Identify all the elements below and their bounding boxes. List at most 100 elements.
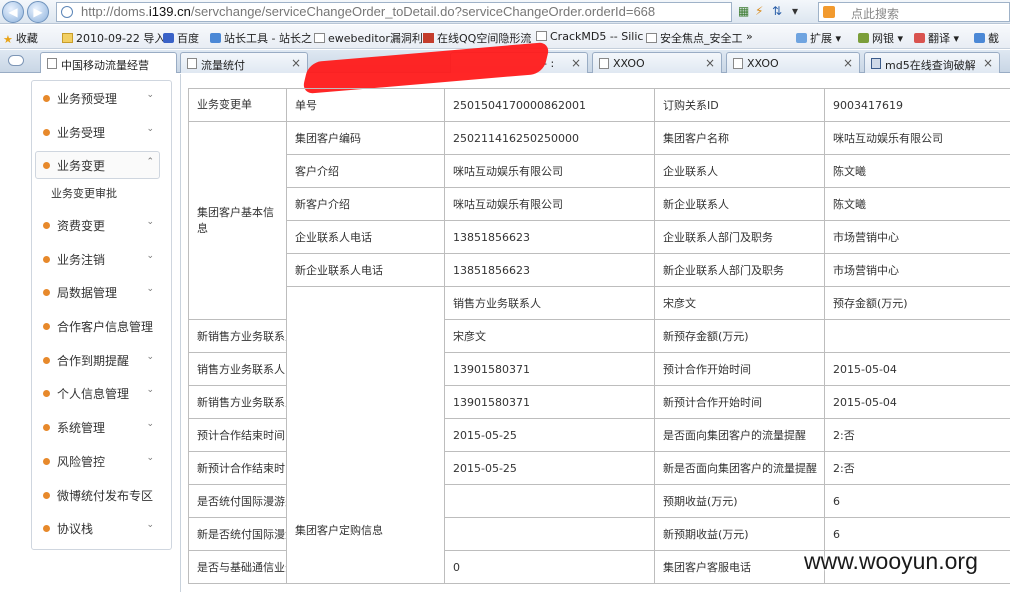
bullet-icon [43,390,50,397]
bookmark-crackmd5[interactable]: CrackMD5 -- Silic [536,30,643,43]
translate-button[interactable]: 翻译 ▾ [914,30,959,46]
bookmark-webmaster[interactable]: 站长工具 - 站长之 [210,30,312,46]
sidebar-item-accept[interactable]: 业务受理 ⌄ [32,117,171,147]
tab-xxoo-1[interactable]: XXOO × [592,52,722,73]
sidebar-item-label: 业务受理 [57,126,106,140]
tab-md5[interactable]: md5在线查询破解 × [864,52,1000,73]
bookmark-label: 站长工具 - 站长之 [224,32,312,45]
url-text: http://doms.i139.cn/servchange/serviceCh… [81,4,655,19]
screenshot-button[interactable]: 截 [974,30,999,46]
sidebar-item-expiry-reminder[interactable]: 合作到期提醒 ⌄ [32,345,171,375]
url-input[interactable]: http://doms.i139.cn/servchange/serviceCh… [56,2,732,22]
translate-icon [914,33,925,43]
field-label: 销售方业务联系人 [444,286,655,320]
bookmark-folder-import[interactable]: 2010-09-22 导入 [62,30,165,46]
field-value: 市场营销中心 [824,253,1010,287]
table-row: 集团客户定购信息 销售方业务联系人 宋彦文 预存金额(万元) [189,286,1010,584]
sidebar-item-protocol[interactable]: 协议栈 ⌄ [32,513,171,543]
close-icon[interactable]: × [571,56,581,70]
bullet-icon [43,289,50,296]
field-value: 陈文曦 [824,187,1010,221]
toolbar-label: 翻译 [928,32,950,45]
bank-icon [858,33,869,43]
globe-icon [61,6,73,18]
sidebar-item-system[interactable]: 系统管理 ⌄ [32,412,171,442]
chevron-down-icon: ⌄ [146,251,154,261]
bookmark-more[interactable]: » [746,30,753,43]
field-label: 新预存金额(万元) [654,319,825,353]
field-label: 新企业联系人电话 [286,253,445,287]
field-value: 13901580371 [444,385,655,419]
sidebar-item-personal-info[interactable]: 个人信息管理 ⌄ [32,378,171,408]
bookmark-label: 2010-09-22 导入 [76,32,166,45]
field-value: 13851856623 [444,253,655,287]
bookmark-baidu[interactable]: 百度 [163,30,199,46]
table-row: 集团客户基本信息 集团客户编码 250211416250250000 集团客户名称 咪咕… [188,121,1010,320]
scissors-icon [974,33,985,43]
tab-traffic-pay[interactable]: 流量统付 × [180,52,308,73]
netbank-button[interactable]: 网银 ▾ [858,30,903,46]
lightning-icon[interactable]: ⚡ [755,4,763,18]
bookmark-label: 在线QQ空间隐形流 [437,32,532,45]
sidebar-item-weibo[interactable]: 微博统付发布专区 [32,480,171,510]
bookmark-ewebeditor[interactable]: ewebeditor漏洞利 [314,30,423,46]
sidebar-item-cancel[interactable]: 业务注销 ⌄ [32,244,171,274]
sidebar-item-risk[interactable]: 风险管控 ⌄ [32,446,171,476]
url-prefix: http://doms. [81,4,149,19]
search-placeholder: 点此搜索 [851,7,900,21]
table-row: 新企业联系人电话 13851856623 新企业联系人部门及职务 市场营销中心 [189,253,1010,287]
field-label: 是否与基础通信业务存在竞争 [188,550,287,584]
field-label: 预计合作结束时间 [188,418,287,452]
search-box[interactable]: 点此搜索 [818,2,1010,22]
field-value: 2:否 [824,418,1010,452]
chevron-down-icon: ⌄ [146,90,154,100]
chevron-down-icon: ⌄ [146,352,154,362]
sidebar: 业务预受理 ⌄ 业务受理 ⌄ 业务变更 ⌃ 业务变更审批 资费变更 ⌄ 业务注销 ⌄ 局数… [31,80,172,550]
page-icon [314,33,325,43]
bookmark-qq[interactable]: 在线QQ空间隐形流 [423,30,531,46]
field-value: 2015-05-25 [444,451,655,485]
close-icon[interactable]: × [705,56,715,70]
tab-label: 中国移动流量经营 [61,59,149,72]
sidebar-item-change[interactable]: 业务变更 ⌃ [32,150,171,180]
dropdown-icon[interactable]: ▾ [792,4,798,18]
sidebar-item-tariff-change[interactable]: 资费变更 ⌄ [32,210,171,240]
extensions-button[interactable]: 扩展 ▾ [796,30,841,46]
close-icon[interactable]: × [983,56,993,70]
field-label: 新企业联系人 [654,187,825,221]
close-icon[interactable]: × [291,56,301,70]
tab-xxoo-2[interactable]: XXOO × [726,52,860,73]
tab-label: md5在线查询破解 [885,59,975,72]
field-value [444,517,655,551]
sidebar-item-label: 局数据管理 [57,286,118,300]
field-label: 新预期收益(万元) [654,517,825,551]
sidebar-item-partner-info[interactable]: 合作客户信息管理 [32,311,171,341]
sidebar-item-label: 合作客户信息管理 [57,320,154,334]
cloud-icon[interactable] [8,55,24,66]
sidebar-subitem-change-approval[interactable]: 业务变更审批 [51,185,117,201]
bookmark-favorites[interactable]: ★ 收藏 [3,30,38,46]
tab-china-mobile[interactable]: 中国移动流量经营 [40,52,177,73]
bookmark-security[interactable]: 安全焦点_安全工 [646,30,743,46]
order-detail-table: 业务变更单 单号 2501504170000862001 订购关系ID 90034176… [188,88,1010,584]
sidebar-item-office-data[interactable]: 局数据管理 ⌄ [32,277,171,307]
field-value: 2:否 [824,451,1010,485]
qq-icon [423,33,434,43]
field-value: 陈文曦 [824,154,1010,188]
close-icon[interactable]: × [843,56,853,70]
sidebar-item-label: 业务注销 [57,253,106,267]
page-icon [47,58,57,69]
back-button[interactable]: ◀ [2,1,24,23]
url-domain: i139.cn [148,4,191,19]
forward-button[interactable]: ▶ [27,1,49,23]
bullet-icon [43,95,50,102]
tool-icon [210,33,221,43]
page-icon [733,58,743,69]
qr-icon[interactable]: ▦ [738,4,749,18]
search-engine-icon[interactable] [823,6,835,18]
bullet-icon [43,424,50,431]
refresh-icon[interactable]: ⇅ [772,4,782,18]
bookmark-label: 百度 [177,32,199,45]
sidebar-item-pre-accept[interactable]: 业务预受理 ⌄ [32,83,171,113]
table-row: 业务变更单 单号 2501504170000862001 订购关系ID 90034176… [188,88,1010,122]
